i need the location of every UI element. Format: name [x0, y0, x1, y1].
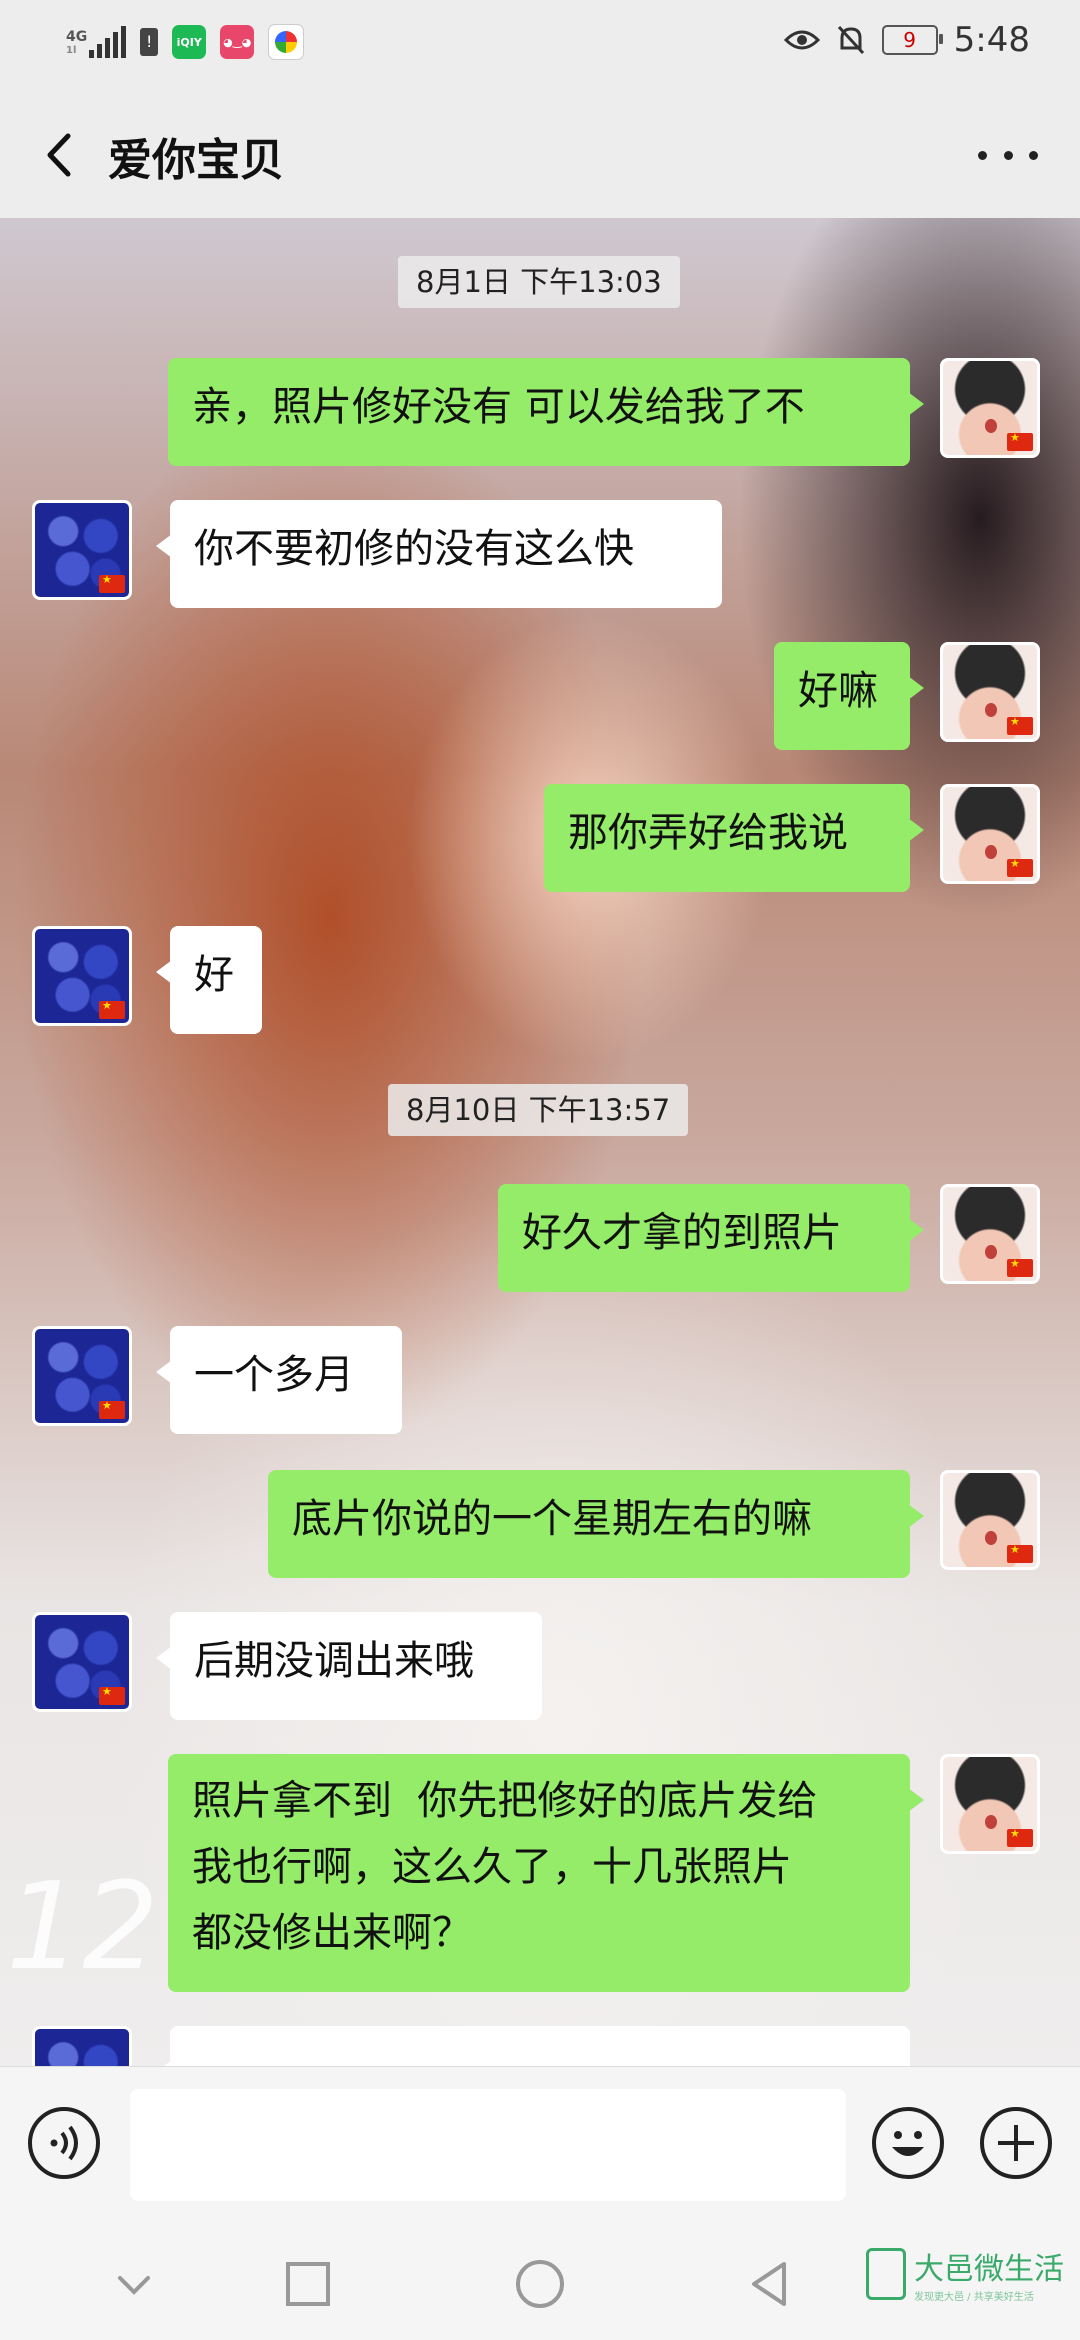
message-bubble-self[interactable]: 照片拿不到 你先把修好的底片发给 我也行啊，这么久了，十几张照片 都没修出来啊？ — [168, 1754, 924, 1992]
message-bubble-other-partial[interactable] — [156, 2026, 910, 2066]
chat-header: 爱你宝贝 — [0, 90, 1080, 218]
avatar-other[interactable] — [32, 926, 132, 1026]
flag-icon — [1007, 431, 1033, 451]
mute-bell-icon — [837, 25, 864, 55]
background-number: 12 — [6, 1858, 159, 1997]
message-bubble-self[interactable]: 好嘛 — [774, 642, 924, 750]
nav-recent-icon[interactable] — [278, 2254, 338, 2314]
avatar-self[interactable] — [940, 1470, 1040, 1570]
message-bubble-self[interactable]: 那你弄好给我说 — [544, 784, 924, 892]
avatar-self[interactable] — [940, 1754, 1040, 1854]
chat-title: 爱你宝贝 — [108, 135, 284, 186]
iqiyi-label: iQIY — [176, 35, 202, 49]
flag-icon — [1007, 1827, 1033, 1847]
avatar-other[interactable] — [32, 1326, 132, 1426]
network-sub: 1l — [66, 45, 77, 56]
back-arrow-icon[interactable] — [36, 130, 86, 180]
network-indicator: 4G 1l — [66, 26, 127, 58]
message-bubble-self[interactable]: 好久才拿的到照片 — [498, 1184, 924, 1292]
message-bubble-other[interactable]: 你不要初修的没有这么快 — [156, 500, 722, 608]
watermark-text: 大邑微生活 — [914, 2252, 1064, 2287]
flag-icon — [99, 1399, 125, 1419]
timestamp: 8月10日 下午13:57 — [388, 1084, 689, 1136]
voice-icon[interactable] — [28, 2107, 100, 2179]
avatar-self[interactable] — [940, 1184, 1040, 1284]
status-right: 9 5:48 — [783, 20, 1030, 60]
watermark-subtext: 发现更大邑 / 共享美好生活 — [914, 2292, 1034, 2303]
sim-alert-icon: ! — [140, 28, 159, 56]
iqiyi-app-icon: iQIY — [172, 25, 207, 59]
battery-icon: 9 — [881, 25, 943, 55]
nav-down-icon[interactable] — [104, 2254, 164, 2314]
plus-icon[interactable] — [980, 2107, 1052, 2179]
message-bubble-other[interactable]: 一个多月 — [156, 1326, 402, 1434]
network-type: 4G — [66, 29, 88, 45]
avatar-other[interactable] — [32, 2026, 132, 2066]
more-icon[interactable] — [978, 130, 1038, 180]
message-input[interactable] — [130, 2089, 846, 2201]
flag-icon — [1007, 1543, 1033, 1563]
message-bubble-self[interactable]: 底片你说的一个星期左右的嘛 — [268, 1470, 924, 1578]
status-left: 4G 1l ! iQIY ◕‿◕ — [66, 24, 305, 60]
timestamp: 8月1日 下午13:03 — [398, 256, 680, 308]
chat-app-icon: ◕‿◕ — [220, 25, 255, 59]
avatar-other[interactable] — [32, 1612, 132, 1712]
avatar-self[interactable] — [940, 642, 1040, 742]
nav-home-icon[interactable] — [510, 2254, 570, 2314]
input-bar — [0, 2066, 1080, 2225]
avatar-self[interactable] — [940, 784, 1040, 884]
clock: 5:48 — [953, 20, 1030, 60]
flag-icon — [1007, 1257, 1033, 1277]
chat-area[interactable]: 12 8月1日 下午13:03 亲，照片修好没有 可以发给我了不 你不要初修的没… — [0, 218, 1080, 2066]
signal-icon — [89, 26, 127, 58]
avatar-other[interactable] — [32, 500, 132, 600]
watermark: 大邑微生活 发现更大邑 / 共享美好生活 — [866, 2244, 1064, 2303]
nav-back-icon[interactable] — [740, 2254, 800, 2314]
flag-icon — [99, 999, 125, 1019]
browser-app-icon — [268, 24, 305, 60]
message-bubble-other[interactable]: 好 — [156, 926, 262, 1034]
avatar-self[interactable] — [940, 358, 1040, 458]
system-nav-bar: 大邑微生活 发现更大邑 / 共享美好生活 — [0, 2224, 1080, 2340]
flag-icon — [99, 573, 125, 593]
flag-icon — [1007, 715, 1033, 735]
battery-level: 9 — [903, 28, 916, 52]
eye-icon — [783, 30, 820, 50]
flag-icon — [1007, 857, 1033, 877]
watermark-logo-icon — [866, 2247, 906, 2300]
emoji-icon[interactable] — [872, 2107, 944, 2179]
flag-icon — [99, 1685, 125, 1705]
message-bubble-other[interactable]: 后期没调出来哦 — [156, 1612, 542, 1720]
message-bubble-self[interactable]: 亲，照片修好没有 可以发给我了不 — [168, 358, 924, 466]
status-bar: 4G 1l ! iQIY ◕‿◕ 9 5:48 — [0, 0, 1080, 90]
